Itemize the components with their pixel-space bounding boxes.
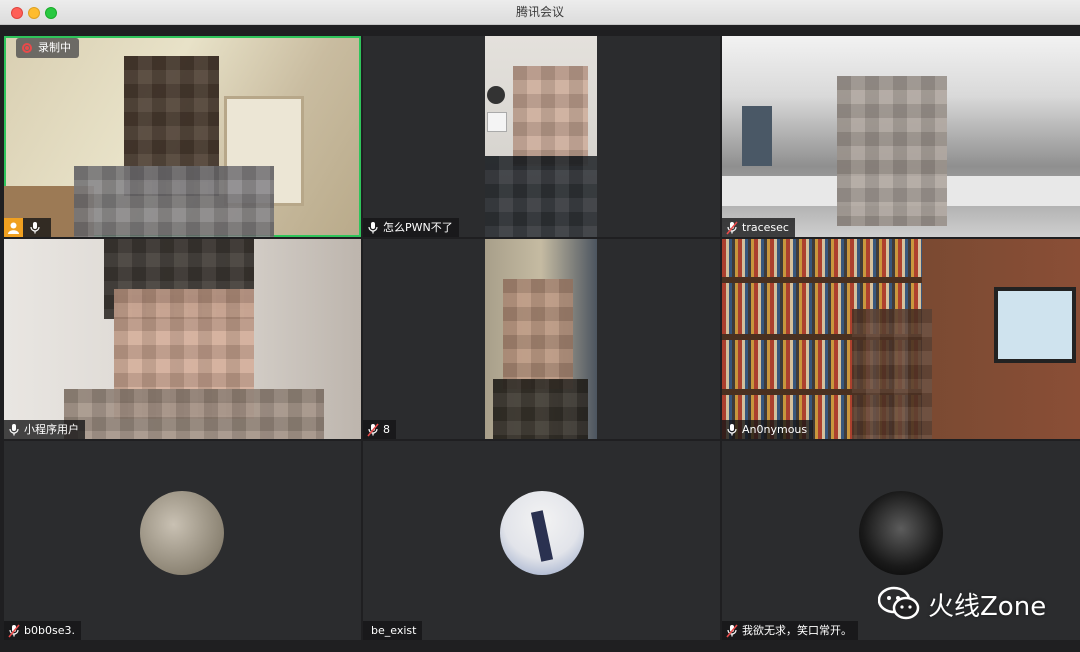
participant-name: An0nymous — [742, 423, 808, 436]
participant-nametag: tracesec — [722, 218, 795, 237]
participant-nametag: b0b0se3. — [4, 621, 81, 640]
microphone-icon — [9, 423, 19, 435]
wechat-icon — [878, 586, 920, 620]
title-bar: 腾讯会议 — [0, 0, 1080, 25]
record-icon — [22, 43, 32, 53]
participant-tile-4[interactable]: 小程序用户 — [4, 239, 361, 439]
participant-tile-5[interactable]: 8 — [363, 239, 720, 439]
watermark-text: 火线Zone — [928, 591, 1047, 622]
microphone-icon — [368, 221, 378, 233]
participant-name: b0b0se3. — [24, 624, 75, 637]
microphone-icon — [727, 423, 737, 435]
avatar — [859, 491, 943, 575]
participant-nametag: 怎么PWN不了 — [363, 218, 459, 237]
participant-name: 8 — [383, 423, 390, 436]
participant-nametag: be_exist — [363, 621, 423, 640]
participant-name: be_exist — [371, 624, 417, 637]
participant-tile-1[interactable] — [4, 36, 361, 237]
participant-nametag — [23, 218, 51, 237]
participant-tile-3[interactable]: tracesec — [722, 36, 1080, 237]
microphone-icon — [30, 221, 40, 233]
avatar — [140, 491, 224, 575]
participant-name: tracesec — [742, 221, 789, 234]
recording-indicator[interactable]: 录制中 — [16, 38, 79, 58]
recording-label: 录制中 — [38, 41, 71, 54]
participant-nametag: An0nymous — [722, 420, 814, 439]
participant-name: 小程序用户 — [24, 423, 79, 436]
window-title: 腾讯会议 — [515, 5, 564, 19]
participant-name: 怎么PWN不了 — [383, 221, 453, 234]
participant-nametag: 小程序用户 — [4, 420, 85, 439]
participant-tile-6[interactable]: An0nymous — [722, 239, 1080, 439]
avatar — [500, 491, 584, 575]
participant-tile-8[interactable]: be_exist — [363, 441, 720, 640]
participant-nametag: 8 — [363, 420, 396, 439]
host-icon — [4, 218, 23, 237]
participant-nametag: 我欲无求，笑口常开。 — [722, 621, 858, 640]
microphone-muted-icon — [8, 623, 20, 638]
microphone-muted-icon — [367, 422, 379, 437]
participant-tile-7[interactable]: b0b0se3. — [4, 441, 361, 640]
watermark: 火线Zone — [878, 584, 1046, 624]
participant-name: 我欲无求，笑口常开。 — [742, 624, 852, 637]
video-grid: 怎么PWN不了 tracesec 小程序用户 8 An0nymous b0b0s… — [4, 36, 1080, 640]
microphone-muted-icon — [726, 220, 738, 235]
microphone-muted-icon — [726, 623, 738, 638]
participant-tile-2[interactable]: 怎么PWN不了 — [363, 36, 720, 237]
meeting-window: 腾讯会议 怎么PWN不了 tracesec 小程序用户 8 An0nymous … — [0, 0, 1080, 652]
